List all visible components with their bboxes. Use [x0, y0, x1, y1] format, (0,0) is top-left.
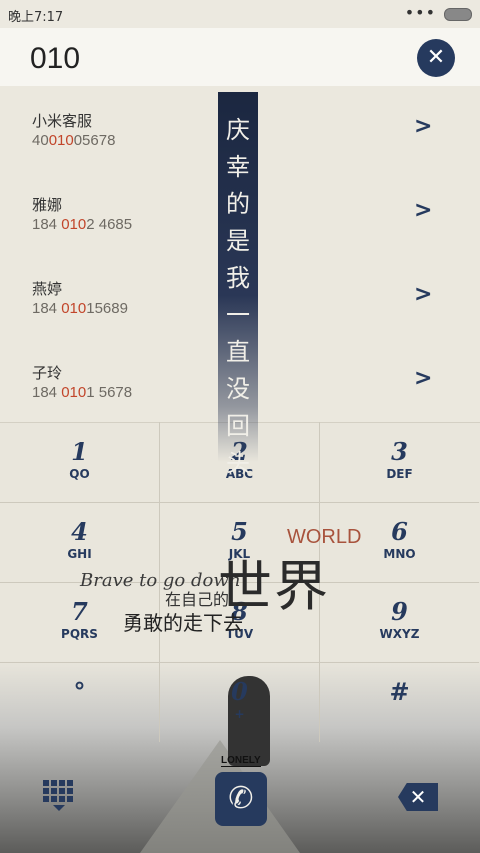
key-1[interactable]: 1 QO — [0, 422, 160, 503]
dialed-number[interactable]: 010 — [30, 42, 80, 76]
dial-search-bar: 010 ✕ — [0, 28, 480, 87]
phone-icon: ✆ — [228, 781, 254, 816]
battery-icon — [444, 8, 472, 21]
contact-number: 184 01015689 — [32, 300, 128, 317]
chevron-right-icon[interactable]: > — [414, 366, 432, 391]
contact-name: 燕婷 — [32, 280, 63, 298]
status-bar: 晚上7:17 ••• — [0, 0, 480, 28]
chevron-right-icon[interactable]: > — [414, 282, 432, 307]
key-9[interactable]: 9 WXYZ — [320, 582, 479, 663]
key-3[interactable]: 3 DEF — [320, 422, 479, 503]
close-icon[interactable]: ✕ — [417, 39, 455, 77]
chevron-right-icon[interactable]: > — [414, 198, 432, 223]
contact-number: 4001005678 — [32, 132, 116, 149]
contact-name: 小米客服 — [32, 112, 93, 130]
key-0[interactable]: 0 + — [160, 662, 320, 742]
artwork-lonely-text: LONELY — [221, 755, 261, 767]
signal-dots-icon: ••• — [404, 3, 436, 22]
key-star[interactable]: ° — [0, 662, 160, 742]
key-hash[interactable]: # — [320, 662, 479, 742]
keypad-toggle-icon[interactable] — [40, 780, 78, 820]
chevron-right-icon[interactable]: > — [414, 114, 432, 139]
contact-number: 184 0101 5678 — [32, 384, 133, 401]
contact-number: 184 0102 4685 — [32, 216, 133, 233]
contact-name: 子玲 — [32, 364, 63, 382]
contact-name: 雅娜 — [32, 196, 63, 214]
call-button[interactable]: ✆ — [215, 772, 267, 826]
vertical-quote-ribbon: 庆幸的是我一直没回头 — [218, 92, 258, 477]
status-time: 晚上7:17 — [8, 10, 64, 25]
artwork-yonggan-text: 勇敢的走下去 — [123, 611, 243, 635]
